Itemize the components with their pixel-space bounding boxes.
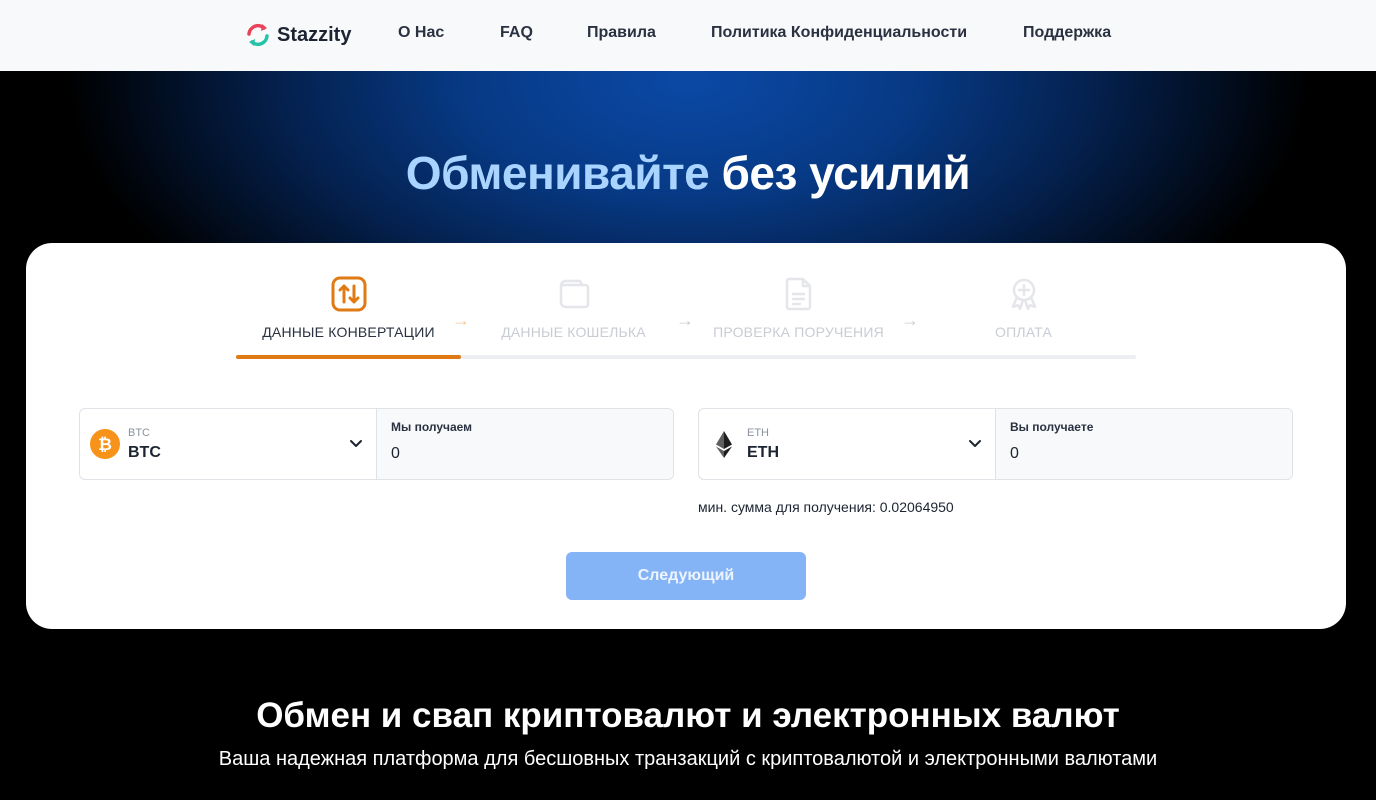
- chevron-down-icon: [350, 440, 362, 447]
- send-exchange-box: ₿ BTC BTC Мы получаем: [79, 408, 674, 480]
- chevron-down-icon: [969, 440, 981, 447]
- exchange-card: ДАННЫЕ КОНВЕРТАЦИИ → ДАННЫЕ КОШЕЛЬКА → П…: [26, 243, 1346, 629]
- wallet-icon: [559, 279, 589, 309]
- step-wallet[interactable]: ДАННЫЕ КОШЕЛЬКА: [461, 276, 686, 340]
- svg-text:₿: ₿: [98, 435, 112, 454]
- hero-title: Обменивайте без усилий: [0, 146, 1376, 200]
- receive-exchange-box: ETH ETH Вы получаете: [698, 408, 1293, 480]
- badge-icon: [1011, 278, 1036, 311]
- next-button[interactable]: Следующий: [566, 552, 806, 600]
- nav-link-support[interactable]: Поддержка: [1023, 24, 1111, 42]
- brand-name: Stazzity: [277, 23, 352, 46]
- receive-amount-input[interactable]: [1010, 443, 1270, 465]
- top-nav: Stazzity О Нас FAQ Правила Политика Конф…: [0, 0, 1376, 71]
- nav-link-about[interactable]: О Нас: [398, 24, 444, 42]
- exchange-logo-icon: [247, 23, 269, 47]
- steps-progress-track: [236, 355, 1136, 359]
- step-label: ДАННЫЕ КОШЕЛЬКА: [501, 324, 646, 340]
- receive-currency-code: ETH: [747, 427, 769, 439]
- bitcoin-icon: ₿: [90, 429, 120, 459]
- min-sum-note: мин. сумма для получения: 0.02064950: [698, 499, 954, 515]
- step-label: ПРОВЕРКА ПОРУЧЕНИЯ: [713, 324, 884, 340]
- send-amount-label: Мы получаем: [391, 420, 473, 434]
- step-payment[interactable]: ОПЛАТА: [911, 276, 1136, 340]
- send-amount-input[interactable]: [391, 443, 651, 465]
- step-review[interactable]: ПРОВЕРКА ПОРУЧЕНИЯ: [686, 276, 911, 340]
- step-conversion[interactable]: ДАННЫЕ КОНВЕРТАЦИИ: [236, 276, 461, 340]
- send-amount-field: Мы получаем: [377, 409, 673, 479]
- receive-amount-field: Вы получаете: [996, 409, 1292, 479]
- nav-link-privacy[interactable]: Политика Конфиденциальности: [711, 24, 967, 42]
- send-currency-code: BTC: [128, 427, 150, 439]
- section-title: Обмен и свап криптовалют и электронных в…: [256, 696, 1120, 735]
- hero-title-main: без усилий: [721, 147, 971, 199]
- nav-link-rules[interactable]: Правила: [587, 24, 656, 42]
- receive-currency-select[interactable]: ETH ETH: [699, 409, 996, 479]
- step-label: ДАННЫЕ КОНВЕРТАЦИИ: [262, 324, 435, 340]
- ethereum-icon: [716, 431, 732, 458]
- send-currency-select[interactable]: ₿ BTC BTC: [80, 409, 377, 479]
- brand-logo[interactable]: Stazzity: [245, 20, 351, 50]
- swap-arrows-icon: [331, 276, 366, 312]
- receive-currency-name: ETH: [747, 444, 779, 461]
- hero-title-accent: Обменивайте: [405, 147, 710, 199]
- nav-link-faq[interactable]: FAQ: [500, 24, 533, 42]
- section-subtitle: Ваша надежная платформа для бесшовных тр…: [218, 748, 1158, 770]
- send-currency-name: BTC: [128, 444, 161, 461]
- document-icon: [785, 277, 811, 311]
- step-label: ОПЛАТА: [994, 324, 1052, 340]
- steps-progress-fill: [236, 355, 461, 359]
- receive-amount-label: Вы получаете: [1010, 420, 1094, 434]
